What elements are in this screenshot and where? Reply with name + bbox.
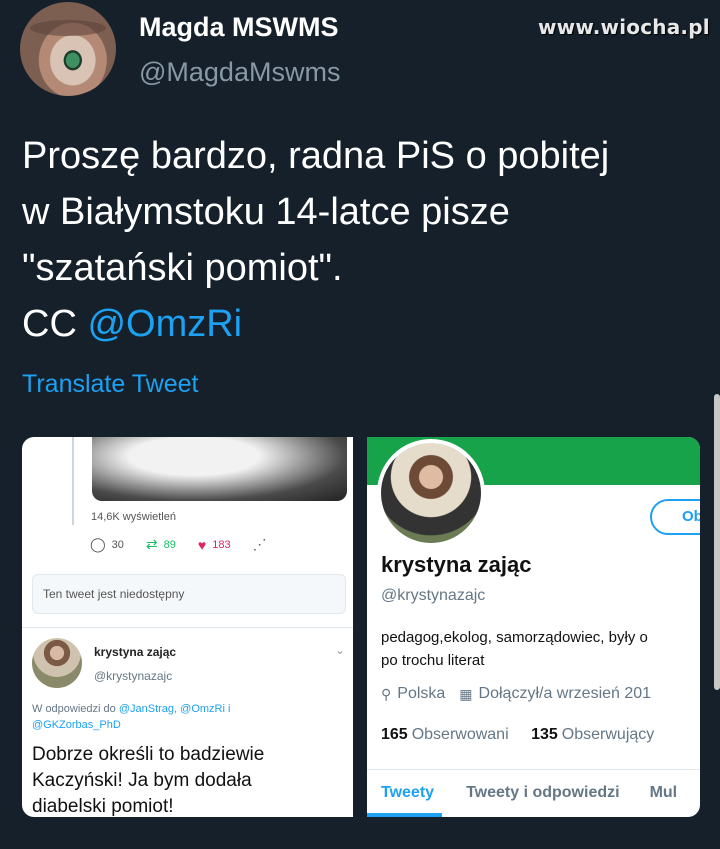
profile-bio-line: po trochu literat [381,652,485,669]
location-icon: ⚲ [381,685,392,702]
author-handle[interactable]: @MagdaMswms [139,57,340,88]
tweet-cc-line: CC @OmzRi [22,296,712,352]
following-label: Obserwowani [411,726,509,743]
profile-bio-line: pedagog,ekolog, samorządowiec, były o [381,629,648,646]
heart-icon: ♥ [197,536,207,553]
chevron-down-icon: ⌄ [335,643,346,657]
like-count: 183 [212,538,231,551]
reply-body-line: diabelski pomiot! [32,796,174,817]
tab-media: Mul [649,784,678,801]
profile-handle: @krystynazajc [381,587,486,604]
reply-author-name: krystyna zając [94,645,177,659]
profile-name: krystyna zając [381,552,532,577]
author-name[interactable]: Magda MSWMS [139,12,339,43]
thread-line [72,437,74,525]
followers-count: 135 [531,726,558,743]
profile-tabs: Tweety Tweety i odpowiedzi Mul [367,769,700,817]
media-thumbnail [92,437,347,501]
following-count: 165 [381,726,408,743]
profile-bio: pedagog,ekolog, samorządowiec, były o po… [381,626,700,672]
reply-author-handle: @krystynazajc [94,669,173,683]
reply-body-line: Dobrze określi to badziewie [32,744,265,765]
scrollbar[interactable] [714,394,720,690]
profile-picture [377,439,485,547]
tweet-text-line: Proszę bardzo, radna PiS o pobitej [22,135,610,177]
reply-to-prefix: W odpowiedzi do [32,703,116,715]
translate-tweet-link[interactable]: Translate Tweet [22,370,198,399]
like-action: ♥ 183 [198,537,231,553]
profile-location: Polska [397,685,446,702]
author-avatar[interactable] [20,2,116,96]
retweet-icon: ⇄ [145,536,158,552]
tab-tweets: Tweety [381,784,435,801]
reply-avatar [32,638,82,688]
active-tab-indicator [367,813,442,817]
tab-tweets-and-replies: Tweety i odpowiedzi [466,784,620,801]
retweet-action: ⇄ 89 [146,536,176,553]
reply-to-mentions-2: @GKZorbas_PhD [32,719,121,731]
tweet-actions: ◯ 30 ⇄ 89 ♥ 183 ⋰ [90,536,295,553]
reply-body-line: Kaczyński! Ja bym dodała [32,770,252,791]
unavailable-tweet-notice: Ten tweet jest niedostępny [32,574,346,614]
reply-count: 30 [111,538,124,551]
retweet-count: 89 [163,538,176,551]
reply-to-mentions: @JanStrag, @OmzRi i [118,703,231,715]
profile-joined: Dołączył/a wrzesień 201 [478,685,652,702]
divider [22,627,353,628]
share-action: ⋰ [253,536,273,553]
cc-prefix: CC [22,303,77,345]
reply-icon: ◯ [90,536,106,552]
tweet-text-line: "szatański pomiot". [22,247,343,289]
watermark: www.wiocha.pl [538,15,710,39]
share-icon: ⋰ [252,536,267,552]
attached-image-right[interactable]: Ob krystyna zając @krystynazajc pedagog,… [367,437,700,817]
tweet-text-line: w Białymstoku 14-latce pisze [22,191,510,233]
cc-mention-link[interactable]: @OmzRi [87,303,242,345]
tweet-text: Proszę bardzo, radna PiS o pobitej w Bia… [22,128,712,352]
follow-button: Ob [650,499,700,535]
calendar-icon: ▦ [459,685,473,702]
profile-meta: ⚲ Polska ▦ Dołączył/a wrzesień 201 [381,685,651,703]
followers-label: Obserwujący [561,726,655,743]
reply-action: ◯ 30 [90,536,124,553]
attached-image-left[interactable]: 14,6K wyświetleń ◯ 30 ⇄ 89 ♥ 183 ⋰ Ten twee… [22,437,353,817]
reply-body: Dobrze określi to badziewie Kaczyński! J… [32,742,342,817]
profile-stats: 165 Obserwowani 135 Obserwujący [381,726,654,744]
views-count: 14,6K wyświetleń [91,511,176,523]
reply-to-context: W odpowiedzi do @JanStrag, @OmzRi i @GKZ… [32,701,332,733]
